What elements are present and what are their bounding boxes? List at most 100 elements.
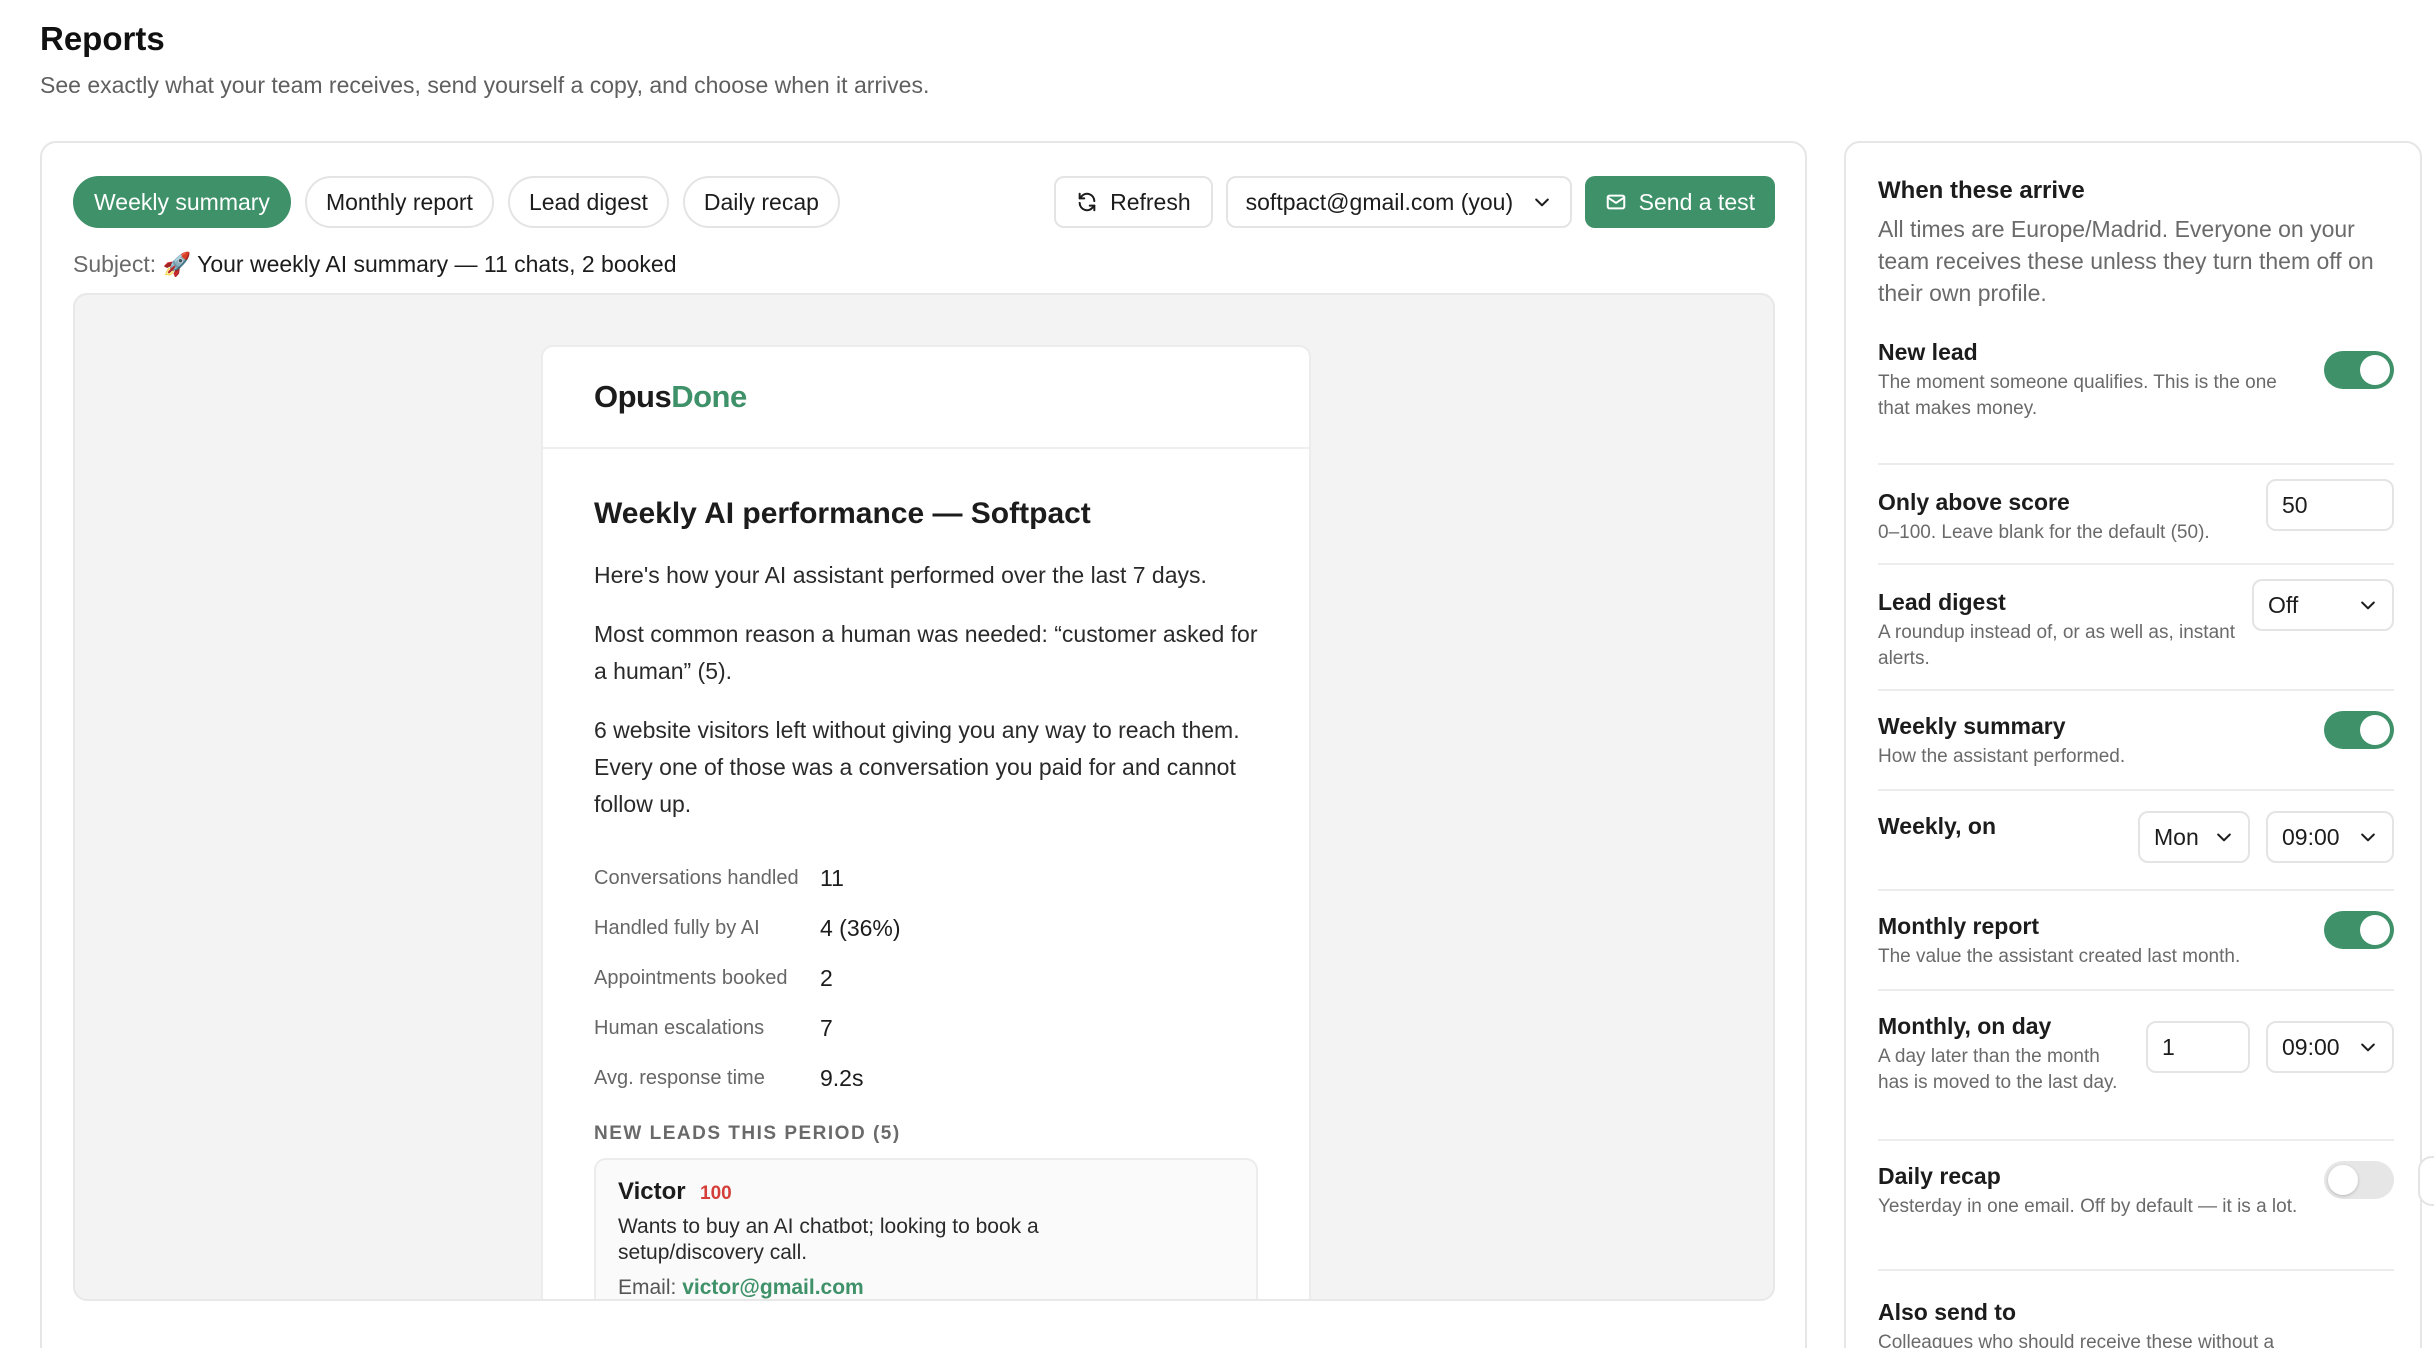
lead-digest-select[interactable]: Off bbox=[2252, 579, 2394, 631]
chevron-down-icon bbox=[2361, 833, 2375, 842]
setting-monthly-report: Monthly report The value the assistant c… bbox=[1878, 891, 2394, 991]
score-threshold-input[interactable]: 50 bbox=[2266, 479, 2394, 531]
setting-help: The moment someone qualifies. This is th… bbox=[1878, 372, 2277, 419]
monthly-day-input[interactable]: 1 bbox=[2146, 1021, 2250, 1073]
report-tabs: Weekly summary Monthly report Lead diges… bbox=[73, 176, 840, 228]
monthly-time-select[interactable]: 09:00 bbox=[2266, 1021, 2394, 1073]
setting-label: Weekly summary bbox=[1878, 713, 2066, 739]
setting-help: The value the assistant created last mon… bbox=[1878, 946, 2241, 967]
monthly-time-value: 09:00 bbox=[2282, 1033, 2340, 1060]
weekly-day-value: Mon bbox=[2154, 823, 2199, 850]
recipient-value: softpact@gmail.com (you) bbox=[1245, 188, 1514, 215]
setting-new-lead: New lead The moment someone qualifies. T… bbox=[1878, 339, 2394, 465]
settings-header: When these arrive All times are Europe/M… bbox=[1878, 177, 2394, 309]
stat-value: 9.2s bbox=[820, 1064, 864, 1091]
monthly-report-toggle[interactable] bbox=[2324, 911, 2394, 949]
panel-collapse-handle[interactable] bbox=[2418, 1156, 2434, 1206]
report-preview-card: Weekly summary Monthly report Lead diges… bbox=[40, 141, 1807, 1348]
email-paragraph: Most common reason a human was needed: “… bbox=[594, 621, 1258, 684]
weekly-time-select[interactable]: 09:00 bbox=[2266, 811, 2394, 863]
setting-score-threshold: Only above score 0–100. Leave blank for … bbox=[1878, 465, 2394, 565]
setting-help: A roundup instead of, or as well as, ins… bbox=[1878, 622, 2235, 669]
setting-monthly-schedule: Monthly, on day A day later than the mon… bbox=[1878, 991, 2394, 1141]
setting-label: New lead bbox=[1878, 339, 1978, 365]
tab-lead-digest[interactable]: Lead digest bbox=[507, 176, 669, 228]
send-test-button[interactable]: Send a test bbox=[1584, 176, 1775, 228]
setting-also-send-to: Also send to Colleagues who should recei… bbox=[1878, 1271, 2394, 1348]
lead-card: Victor 100 Wants to buy an AI chatbot; l… bbox=[594, 1158, 1258, 1299]
stat-value: 11 bbox=[820, 864, 844, 891]
lead-name: Victor bbox=[618, 1178, 686, 1205]
stat-row: Conversations handled 11 bbox=[594, 853, 1258, 903]
stat-row: Handled fully by AI 4 (36%) bbox=[594, 903, 1258, 953]
subject-label: Subject: bbox=[73, 251, 157, 277]
stat-label: Handled fully by AI bbox=[594, 916, 760, 939]
schedule-settings-panel: When these arrive All times are Europe/M… bbox=[1844, 141, 2422, 1348]
refresh-button[interactable]: Refresh bbox=[1054, 176, 1213, 228]
refresh-icon bbox=[1078, 192, 1096, 212]
setting-help: Yesterday in one email. Off by default —… bbox=[1878, 1196, 2298, 1217]
setting-daily-recap: Daily recap Yesterday in one email. Off … bbox=[1878, 1141, 2394, 1271]
setting-help: How the assistant performed. bbox=[1878, 746, 2126, 767]
lead-description: Wants to buy an AI chatbot; looking to b… bbox=[618, 1215, 1039, 1264]
stat-label: Human escalations bbox=[594, 1016, 765, 1039]
setting-help: Colleagues who should receive these with… bbox=[1878, 1332, 2275, 1348]
stat-value: 2 bbox=[820, 964, 833, 991]
lead-digest-value: Off bbox=[2268, 591, 2299, 618]
lead-email: Email: victor@gmail.com bbox=[618, 1276, 1234, 1299]
email-paragraph: Here's how your AI assistant performed o… bbox=[594, 562, 1207, 588]
weekly-time-value: 09:00 bbox=[2282, 823, 2340, 850]
new-lead-toggle[interactable] bbox=[2324, 351, 2394, 389]
email-body: Weekly AI performance — Softpact Here's … bbox=[543, 449, 1309, 1299]
weekly-summary-toggle[interactable] bbox=[2324, 711, 2394, 749]
chevron-down-icon bbox=[2361, 601, 2375, 610]
brand-logo-part2: Done bbox=[671, 379, 747, 414]
stats-table: Conversations handled 11 Handled fully b… bbox=[594, 853, 1258, 1103]
email-paragraph: 6 website visitors left without giving y… bbox=[594, 717, 1240, 817]
setting-label: Also send to bbox=[1878, 1299, 2017, 1325]
chevron-down-icon bbox=[2361, 1043, 2375, 1052]
email-title: Weekly AI performance — Softpact bbox=[594, 497, 1091, 530]
setting-help: A day later than the month has is moved … bbox=[1878, 1046, 2118, 1093]
recipient-select[interactable]: softpact@gmail.com (you) bbox=[1225, 176, 1572, 228]
email-subject: Subject: 🚀 Your weekly AI summary — 11 c… bbox=[73, 251, 677, 278]
lead-email-link[interactable]: victor@gmail.com bbox=[682, 1276, 864, 1299]
chevron-down-icon bbox=[2217, 833, 2231, 842]
setting-label: Daily recap bbox=[1878, 1163, 2001, 1189]
tab-daily-recap[interactable]: Daily recap bbox=[682, 176, 840, 228]
settings-title: When these arrive bbox=[1878, 177, 2085, 204]
lead-score-badge: 100 bbox=[700, 1183, 732, 1204]
monthly-day-value: 1 bbox=[2162, 1033, 2175, 1060]
stat-label: Conversations handled bbox=[594, 866, 799, 889]
stat-row: Avg. response time 9.2s bbox=[594, 1053, 1258, 1103]
stat-label: Appointments booked bbox=[594, 966, 788, 989]
leads-section-label: NEW LEADS THIS PERIOD (5) bbox=[594, 1123, 901, 1144]
send-test-label: Send a test bbox=[1638, 188, 1755, 215]
email-preview: OpusDone Weekly AI performance — Softpac… bbox=[541, 345, 1311, 1299]
email-header: OpusDone bbox=[543, 347, 1309, 449]
tab-weekly-summary[interactable]: Weekly summary bbox=[73, 176, 291, 228]
stat-value: 7 bbox=[820, 1014, 833, 1041]
setting-weekly-summary: Weekly summary How the assistant perform… bbox=[1878, 691, 2394, 791]
stat-label: Avg. response time bbox=[594, 1066, 765, 1089]
setting-weekly-schedule: Weekly, on Mon 09:00 bbox=[1878, 791, 2394, 891]
tab-monthly-report[interactable]: Monthly report bbox=[304, 176, 494, 228]
weekly-day-select[interactable]: Mon bbox=[2138, 811, 2250, 863]
daily-recap-toggle[interactable] bbox=[2324, 1161, 2394, 1199]
chevron-down-icon bbox=[1534, 198, 1549, 207]
email-preview-frame[interactable]: OpusDone Weekly AI performance — Softpac… bbox=[73, 293, 1775, 1301]
refresh-label: Refresh bbox=[1110, 188, 1191, 215]
mail-icon bbox=[1606, 194, 1625, 210]
subject-value: 🚀 Your weekly AI summary — 11 chats, 2 b… bbox=[162, 251, 677, 277]
setting-label: Monthly report bbox=[1878, 913, 2039, 939]
score-value: 50 bbox=[2282, 491, 2308, 518]
preview-toolbar: Refresh softpact@gmail.com (you) Send a … bbox=[1054, 176, 1775, 228]
lead-email-label: Email: bbox=[618, 1276, 677, 1299]
stat-value: 4 (36%) bbox=[820, 914, 901, 941]
page-title: Reports bbox=[40, 20, 165, 57]
setting-lead-digest: Lead digest A roundup instead of, or as … bbox=[1878, 565, 2394, 691]
brand-logo-part1: Opus bbox=[594, 379, 672, 414]
settings-description: All times are Europe/Madrid. Everyone on… bbox=[1878, 216, 2374, 306]
page-subtitle: See exactly what your team receives, sen… bbox=[40, 72, 930, 98]
stat-row: Appointments booked 2 bbox=[594, 953, 1258, 1003]
